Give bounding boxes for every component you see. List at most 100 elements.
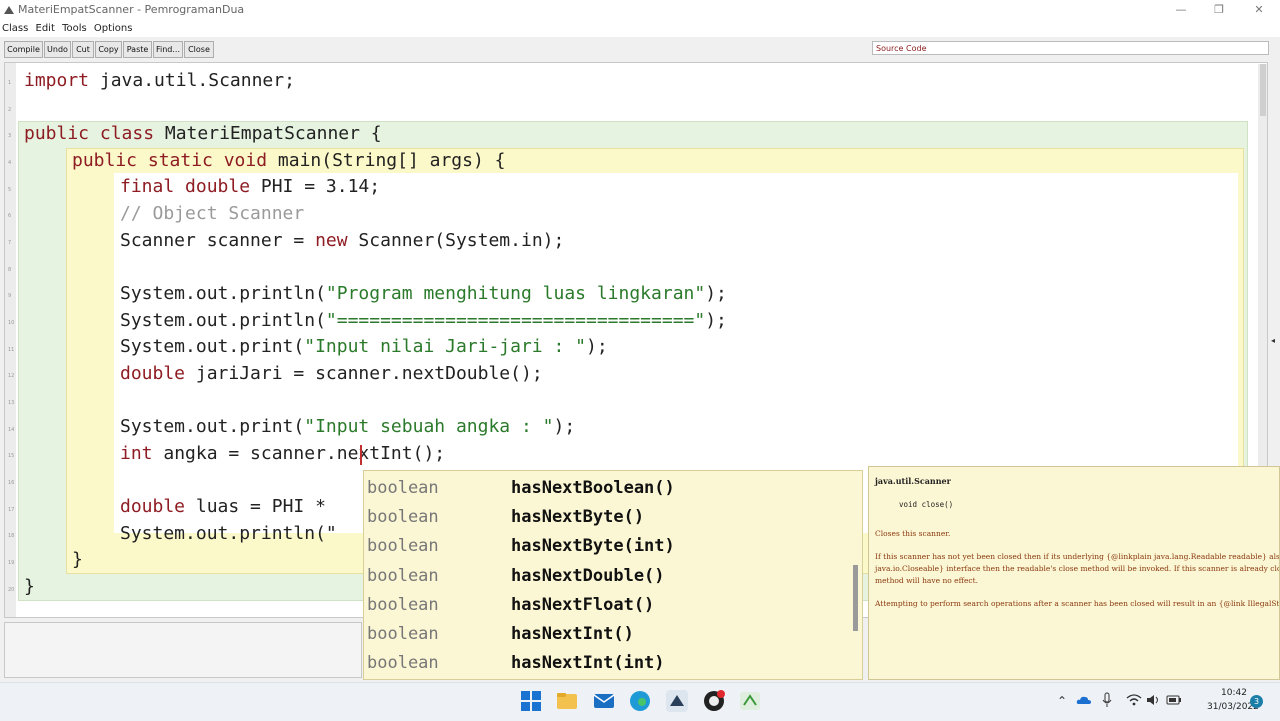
method-name: hasNextByte() [511, 507, 645, 527]
code-text: ); [705, 310, 727, 331]
completion-item[interactable]: boolean hasNextInt() [364, 619, 854, 648]
editor-scrollbar-thumb[interactable] [1260, 64, 1266, 116]
code-text: ); [705, 283, 727, 304]
volume-icon[interactable] [1146, 693, 1162, 707]
return-type: boolean [367, 624, 439, 644]
return-type: boolean [367, 536, 439, 556]
return-type: boolean [367, 566, 439, 586]
completion-item[interactable]: boolean hasNextInt(int) [364, 648, 854, 677]
line-number: 12 [8, 373, 15, 379]
documentation-pane: java.util.Scanner void close() Closes th… [868, 466, 1280, 680]
code-line: System.out.print("Input nilai Jari-jari … [120, 336, 608, 357]
notification-badge[interactable]: 3 [1250, 695, 1263, 708]
line-number: 7 [8, 240, 12, 246]
string-literal: "Input nilai Jari-jari : " [304, 336, 586, 357]
keyword: double [120, 363, 186, 384]
keyword: double [120, 496, 186, 517]
line-number: 17 [8, 507, 15, 513]
onedrive-cloud-icon[interactable] [1076, 693, 1092, 707]
bluej-icon[interactable] [665, 689, 689, 713]
line-number: 14 [8, 427, 15, 433]
code-line: final double PHI = 3.14; [120, 176, 380, 197]
code-comment: // Object Scanner [120, 203, 305, 224]
completion-item[interactable]: boolean hasNextDouble() [364, 561, 854, 590]
paste-button[interactable]: Paste [123, 41, 152, 58]
code-text: ); [586, 336, 608, 357]
code-line: } [24, 576, 35, 597]
view-mode-select[interactable]: Source Code [872, 41, 1269, 55]
line-number: 8 [8, 267, 12, 273]
menu-options[interactable]: Options [94, 20, 133, 37]
method-name: hasNextInt(int) [511, 653, 665, 673]
line-number: 6 [8, 213, 12, 219]
keyword: import [24, 70, 90, 91]
line-number: 4 [8, 160, 12, 166]
maximize-button[interactable]: ❐ [1208, 2, 1230, 18]
mail-icon[interactable] [592, 689, 616, 713]
completion-item[interactable]: boolean hasNextByte() [364, 502, 854, 531]
minimize-button[interactable]: — [1170, 2, 1192, 18]
string-literal: "Input sebuah angka : " [304, 416, 554, 437]
clock-time[interactable]: 10:42 [1221, 688, 1247, 698]
code-text: angka = scanner.nextInt(); [152, 443, 446, 464]
message-panel [4, 622, 362, 678]
copy-button[interactable]: Copy [95, 41, 122, 58]
doc-paragraph: If this scanner has not yet been closed … [875, 552, 1280, 585]
battery-icon[interactable] [1166, 693, 1182, 707]
edge-browser-icon[interactable] [628, 689, 652, 713]
close-window-button[interactable]: ✕ [1248, 2, 1270, 18]
doc-description: Closes this scanner. [875, 529, 951, 538]
completion-item[interactable]: boolean hasNextFloat() [364, 590, 854, 619]
menu-bar: Class Edit Tools Options [0, 20, 1280, 37]
window-title: MateriEmpatScanner - PemrogramanDua [18, 3, 245, 16]
line-number: 10 [8, 320, 15, 326]
text-cursor [360, 445, 362, 465]
compile-button[interactable]: Compile [4, 41, 43, 58]
code-line: Scanner scanner = new Scanner(System.in)… [120, 230, 564, 251]
greenfoot-icon[interactable] [738, 689, 762, 713]
autocomplete-scrollbar[interactable] [853, 565, 858, 631]
keyword: double [174, 176, 251, 197]
undo-button[interactable]: Undo [44, 41, 71, 58]
method-name: hasNextInt() [511, 624, 634, 644]
line-number: 18 [8, 533, 15, 539]
code-line: } [72, 549, 83, 570]
code-line: double jariJari = scanner.nextDouble(); [120, 363, 543, 384]
code-line: System.out.print("Input sebuah angka : "… [120, 416, 575, 437]
microphone-icon[interactable] [1101, 692, 1113, 708]
line-number: 1 [8, 80, 12, 86]
line-number: 20 [8, 587, 15, 593]
code-text: Scanner scanner = [120, 230, 316, 251]
code-line: public class MateriEmpatScanner { [24, 123, 382, 144]
line-number: 3 [8, 133, 12, 139]
menu-class[interactable]: Class [2, 20, 28, 37]
string-literal: "Program menghitung luas lingkaran" [325, 283, 706, 304]
string-literal: "=================================" [325, 310, 706, 331]
code-text: Scanner(System.in); [347, 230, 565, 251]
line-number: 9 [8, 293, 12, 299]
keyword: new [315, 230, 348, 251]
chevron-up-icon[interactable]: ⌃ [1057, 694, 1067, 708]
windows-start-icon[interactable] [519, 689, 543, 713]
close-button[interactable]: Close [184, 41, 214, 58]
obs-icon[interactable] [702, 689, 726, 713]
cut-button[interactable]: Cut [72, 41, 94, 58]
completion-item[interactable]: boolean hasNextBoolean() [364, 473, 854, 502]
return-type: boolean [367, 653, 439, 673]
code-line: import java.util.Scanner; [24, 70, 295, 91]
method-name: hasNextDouble() [511, 566, 665, 586]
menu-edit[interactable]: Edit [36, 20, 55, 37]
code-text: java.util.Scanner; [89, 70, 295, 91]
menu-tools[interactable]: Tools [62, 20, 87, 37]
autocomplete-popup[interactable]: boolean hasNextBoolean() boolean hasNextBy… [363, 470, 863, 680]
bluej-app-icon [4, 6, 14, 14]
keyword: public class [24, 123, 155, 144]
keyword: public static void [72, 150, 268, 171]
code-text: PHI = 3.14; [250, 176, 381, 197]
code-text: System.out.println( [120, 283, 326, 304]
completion-item[interactable]: boolean hasNextByte(int) [364, 531, 854, 560]
file-explorer-icon[interactable] [555, 689, 579, 713]
find-button[interactable]: Find... [153, 41, 183, 58]
code-text: ); [553, 416, 576, 437]
wifi-icon[interactable] [1126, 693, 1142, 707]
